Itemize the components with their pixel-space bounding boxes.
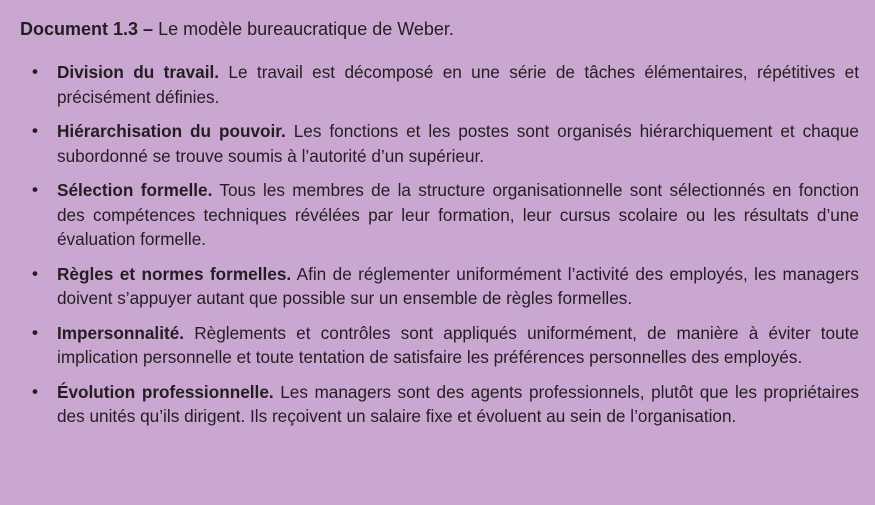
item-term: Règles et normes formelles. xyxy=(57,263,292,284)
document-ref: Document 1.3 – xyxy=(20,19,154,39)
document-title-text: Le modèle bureaucratique de Weber. xyxy=(158,19,454,39)
item-term: Hiérarchisation du pouvoir. xyxy=(57,121,286,141)
bullet-icon: • xyxy=(32,381,38,401)
bullet-icon: • xyxy=(32,180,38,199)
bullet-icon: • xyxy=(32,62,38,81)
list-item: • Impersonnalité. Règlements et contrôle… xyxy=(20,321,859,370)
item-term: Sélection formelle. xyxy=(57,180,213,200)
item-term: Évolution professionnelle. xyxy=(57,381,274,402)
bullet-icon: • xyxy=(32,121,38,140)
list-item: • Sélection formelle. Tous les membres d… xyxy=(20,178,859,252)
bullet-icon: • xyxy=(32,263,38,283)
document-box: Document 1.3 – Le modèle bureaucratique … xyxy=(0,0,875,505)
item-term: Impersonnalité. xyxy=(57,322,185,343)
list-item: • Évolution professionnelle. Les manager… xyxy=(20,380,859,429)
list-item: • Division du travail. Le travail est dé… xyxy=(20,60,859,109)
list-item: • Règles et normes formelles. Afin de ré… xyxy=(20,262,859,311)
list-item: • Hiérarchisation du pouvoir. Les foncti… xyxy=(20,119,859,168)
principles-list: • Division du travail. Le travail est dé… xyxy=(20,60,859,429)
item-term: Division du travail. xyxy=(57,62,220,82)
bullet-icon: • xyxy=(32,322,38,342)
document-title: Document 1.3 – Le modèle bureaucratique … xyxy=(20,17,859,41)
